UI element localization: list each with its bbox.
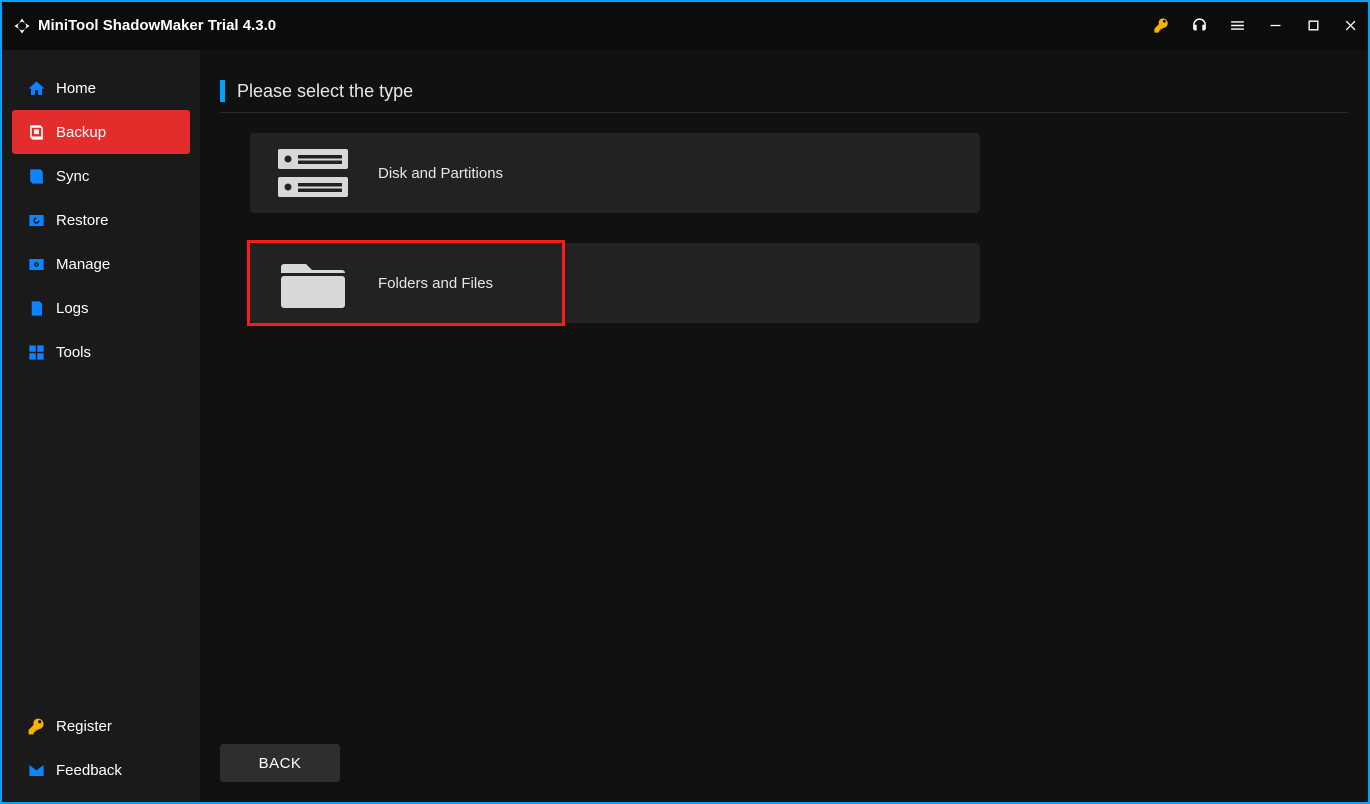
sidebar-item-label: Home [56, 80, 96, 97]
back-button[interactable]: BACK [220, 744, 340, 782]
app-window: MiniTool ShadowMaker Trial 4.3.0 [0, 0, 1370, 804]
option-list: Disk and Partitions Folders and Files [220, 133, 1348, 323]
menu-button[interactable] [1226, 15, 1248, 37]
home-icon [26, 78, 46, 98]
option-disk-partitions[interactable]: Disk and Partitions [250, 133, 980, 213]
close-button[interactable] [1340, 15, 1362, 37]
app-title: MiniTool ShadowMaker Trial 4.3.0 [38, 17, 276, 34]
sidebar-item-label: Register [56, 718, 112, 735]
mail-icon [26, 760, 46, 780]
back-row: BACK [220, 744, 1348, 782]
page-header: Please select the type [220, 80, 1348, 113]
sidebar-bottom-nav: Register Feedback [12, 704, 190, 792]
accent-bar [220, 80, 225, 102]
sidebar: Home Backup Sync [2, 50, 200, 802]
sync-icon [26, 166, 46, 186]
sidebar-item-home[interactable]: Home [12, 66, 190, 110]
app-logo-icon [12, 16, 32, 36]
sidebar-item-label: Manage [56, 256, 110, 273]
restore-icon [26, 210, 46, 230]
sidebar-item-label: Tools [56, 344, 91, 361]
sidebar-item-register[interactable]: Register [12, 704, 190, 748]
main-content: Please select the type [200, 50, 1368, 802]
disk-icon [278, 146, 348, 200]
title-actions [1150, 15, 1362, 37]
sidebar-item-tools[interactable]: Tools [12, 330, 190, 374]
sidebar-item-label: Logs [56, 300, 89, 317]
sidebar-item-label: Sync [56, 168, 89, 185]
page-title: Please select the type [237, 81, 413, 102]
sidebar-item-sync[interactable]: Sync [12, 154, 190, 198]
manage-icon [26, 254, 46, 274]
sidebar-item-label: Restore [56, 212, 109, 229]
sidebar-item-backup[interactable]: Backup [12, 110, 190, 154]
minimize-button[interactable] [1264, 15, 1286, 37]
title-bar: MiniTool ShadowMaker Trial 4.3.0 [2, 2, 1368, 50]
main-spacer [220, 323, 1348, 744]
option-folders-files-wrap: Folders and Files [250, 243, 980, 323]
sidebar-item-label: Backup [56, 124, 106, 141]
sidebar-item-logs[interactable]: Logs [12, 286, 190, 330]
sidebar-item-label: Feedback [56, 762, 122, 779]
key-icon [26, 716, 46, 736]
sidebar-item-manage[interactable]: Manage [12, 242, 190, 286]
option-label: Disk and Partitions [378, 165, 503, 182]
sidebar-item-feedback[interactable]: Feedback [12, 748, 190, 792]
folder-icon [278, 256, 348, 310]
maximize-button[interactable] [1302, 15, 1324, 37]
option-folders-files[interactable]: Folders and Files [250, 243, 980, 323]
headset-button[interactable] [1188, 15, 1210, 37]
tools-icon [26, 342, 46, 362]
option-label: Folders and Files [378, 275, 493, 292]
logs-icon [26, 298, 46, 318]
key-button[interactable] [1150, 15, 1172, 37]
body: Home Backup Sync [2, 50, 1368, 802]
sidebar-item-restore[interactable]: Restore [12, 198, 190, 242]
sidebar-nav: Home Backup Sync [12, 66, 190, 374]
backup-icon [26, 122, 46, 142]
sidebar-spacer [12, 374, 190, 704]
